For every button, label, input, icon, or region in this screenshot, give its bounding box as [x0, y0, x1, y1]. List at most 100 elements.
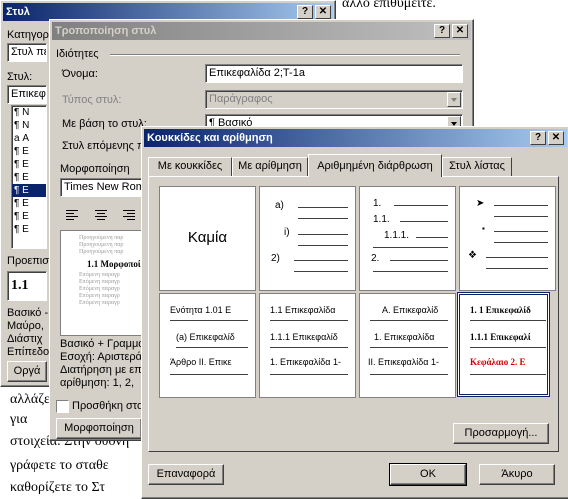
heading-sample: 1. 1 Επικεφαλίδ — [470, 305, 531, 315]
help-button[interactable]: ? — [297, 5, 313, 19]
styles-label: Στυλ: — [7, 71, 33, 83]
properties-group-label: Ιδιότητες — [56, 48, 99, 60]
level-label: 2. — [371, 253, 380, 264]
style-type-label: Τύπος στυλ: — [62, 94, 122, 106]
preview-heading: 1.1 Μορφοποί — [87, 259, 141, 269]
close-icon[interactable]: ✕ — [548, 131, 564, 145]
help-button[interactable]: ? — [434, 24, 450, 38]
level-label: 1.1. — [373, 214, 390, 225]
gallery-heading-chapter[interactable]: 1. 1 Επικεφαλίδ 1.1.1 Επικεφαλί Κεφάλαιο… — [457, 292, 550, 397]
heading-sample: II. Επικεφαλίδα 1- — [368, 357, 439, 367]
style-dialog-title: Στυλ — [6, 6, 30, 18]
name-label: Όνομα: — [62, 68, 98, 80]
arrow-bullet-icon: ➤ — [476, 198, 485, 209]
description-line: Μαύρο, — [7, 320, 44, 332]
modify-preview: Προηγούμενη παρ Προηγούμενη παρ Προηγούμ… — [60, 230, 152, 336]
heading-sample: 1. Επικεφαλίδα — [374, 332, 435, 342]
document-top-text: άλλο επιθυμείτε. — [342, 0, 436, 11]
heading-sample: 1.1 Επικεφαλίδα — [270, 305, 336, 315]
gallery-heading-alpha-roman[interactable]: A. Επικεφαλίδ 1. Επικεφαλίδα II. Επικεφα… — [359, 293, 456, 398]
modify-dialog-titlebar: Τροποποίηση στυλ — [52, 22, 471, 40]
level-label: 1. — [373, 198, 382, 209]
style-list-item[interactable]: ¶ Ε — [12, 210, 46, 223]
customize-button[interactable]: Προσαρμογή... — [453, 423, 549, 444]
ok-button[interactable]: OK — [389, 463, 467, 486]
styles-field[interactable]: Επικεφ — [7, 85, 47, 104]
align-center-icon[interactable] — [95, 210, 107, 220]
style-list-item[interactable]: ¶ Ε — [12, 184, 46, 197]
tab-outline-numbered[interactable]: Αριθμημένη διάρθρωση — [308, 154, 442, 177]
tab-numbered[interactable]: Με αρίθμηση — [232, 157, 308, 176]
preview-label: Προεπισ — [7, 255, 50, 267]
style-type-select: Παράγραφος — [205, 90, 463, 109]
heading-sample: Ενότητα 1.01 Ε — [170, 305, 232, 315]
style-list-item[interactable]: ¶ Ε — [12, 158, 46, 171]
cancel-button[interactable]: Άκυρο — [479, 464, 555, 485]
style-name-input[interactable]: Επικεφαλίδα 2;T-1a — [205, 64, 463, 83]
heading-sample: Άρθρο II. Επικε — [170, 357, 232, 367]
square-bullet-icon: ▪ — [482, 224, 485, 233]
style-list-item[interactable]: ¶ Ν — [12, 106, 46, 119]
heading-sample: A. Επικεφαλίδ — [382, 305, 439, 315]
style-preview-box: 1.1 — [7, 271, 47, 301]
heading-sample: 1. Επικεφαλίδα 1- — [270, 357, 341, 367]
modify-dialog-title: Τροποποίηση στυλ — [55, 25, 157, 37]
gallery-section-article[interactable]: Ενότητα 1.01 Ε (a) Επικεφαλίδ Άρθρο II. … — [159, 293, 256, 398]
tab-bulleted[interactable]: Με κουκκίδες — [148, 157, 232, 176]
gallery-decimal-outline[interactable]: 1. 1.1. 1.1.1. 2. — [359, 186, 456, 291]
modify-description-line: Εσοχή: Αριστερά — [60, 351, 143, 363]
level-label: a) — [275, 200, 284, 211]
gallery-letter-roman[interactable]: a) i) 2) — [259, 186, 356, 291]
font-select[interactable]: Times New Rom — [60, 178, 148, 197]
chapter-heading-sample: Κεφάλαιο 2. Ε — [470, 357, 526, 367]
diamond-bullet-icon: ❖ — [468, 250, 477, 261]
align-left-icon[interactable] — [66, 210, 78, 220]
style-list-item[interactable]: ¶ Ν — [12, 119, 46, 132]
help-button[interactable]: ? — [530, 131, 546, 145]
modify-description-line: Διατήρηση με επο — [60, 364, 148, 376]
description-line: Επίπεδο — [7, 346, 50, 358]
gallery-symbol-bullets[interactable]: ➤ ▪ ❖ — [459, 186, 556, 291]
none-label: Καμία — [187, 229, 228, 246]
document-line: γράφετε το σταθε — [10, 458, 109, 473]
style-list-item[interactable]: ¶ Ε — [12, 171, 46, 184]
chevron-down-icon — [447, 92, 461, 107]
level-label: 1.1.1. — [384, 230, 410, 241]
organizer-button[interactable]: Οργά — [7, 361, 47, 382]
style-list-item[interactable]: ¶ Ε — [12, 223, 46, 236]
level-label: 2) — [271, 253, 280, 264]
modify-description-line: Βασικό + Γραμμα — [60, 338, 145, 350]
document-line: για — [10, 412, 28, 427]
based-on-label: Με βάση το στυλ: — [62, 118, 147, 130]
heading-sample: 1.1.1 Επικεφαλί — [470, 332, 531, 342]
description-line: Βασικό - — [7, 307, 49, 319]
style-list[interactable]: ¶ Ν ¶ Νa Α ¶ Ε ¶ Ε ¶ Ε ¶ Ε ¶ Ε ¶ Ε ¶ Ε — [11, 105, 47, 249]
description-line: Διάστιχ — [7, 333, 43, 345]
heading-sample: 1.1.1 Επικεφαλίδ — [270, 332, 338, 342]
document-line: καθορίζετε το Στ — [10, 480, 106, 495]
group-divider — [110, 54, 460, 55]
style-list-item[interactable]: a Α — [12, 132, 46, 145]
style-list-item[interactable]: ¶ Ε — [12, 145, 46, 158]
add-to-template-checkbox[interactable] — [56, 400, 69, 413]
gallery-none[interactable]: Καμία — [159, 186, 256, 291]
bullets-dialog-titlebar: Κουκκίδες και αρίθμηση — [144, 129, 567, 147]
style-type-value: Παράγραφος — [209, 93, 273, 105]
close-icon[interactable]: ✕ — [315, 5, 331, 19]
tab-list-styles[interactable]: Στυλ λίστας — [442, 157, 512, 176]
format-button[interactable]: Μορφοποίηση — [56, 418, 142, 439]
category-select[interactable]: Στυλ πε — [7, 43, 47, 62]
reset-button[interactable]: Επαναφορά — [148, 464, 224, 485]
align-right-icon[interactable] — [123, 210, 135, 220]
bullets-dialog-title: Κουκκίδες και αρίθμηση — [147, 132, 273, 144]
heading-sample: (a) Επικεφαλίδ — [176, 332, 235, 342]
close-icon[interactable]: ✕ — [452, 24, 468, 38]
level-label: i) — [284, 227, 290, 238]
category-label: Κατηγορ — [7, 29, 49, 41]
style-list-item[interactable]: ¶ Ε — [12, 197, 46, 210]
formatting-label: Μορφοποίηση — [60, 163, 130, 175]
modify-description-line: αρίθμηση: 1, 2, — [60, 377, 135, 389]
next-style-label: Στυλ επόμενης π — [62, 140, 145, 152]
add-to-template-label: Προσθήκη στο — [72, 400, 144, 412]
gallery-heading-decimal[interactable]: 1.1 Επικεφαλίδα 1.1.1 Επικεφαλίδ 1. Επικ… — [259, 293, 356, 398]
